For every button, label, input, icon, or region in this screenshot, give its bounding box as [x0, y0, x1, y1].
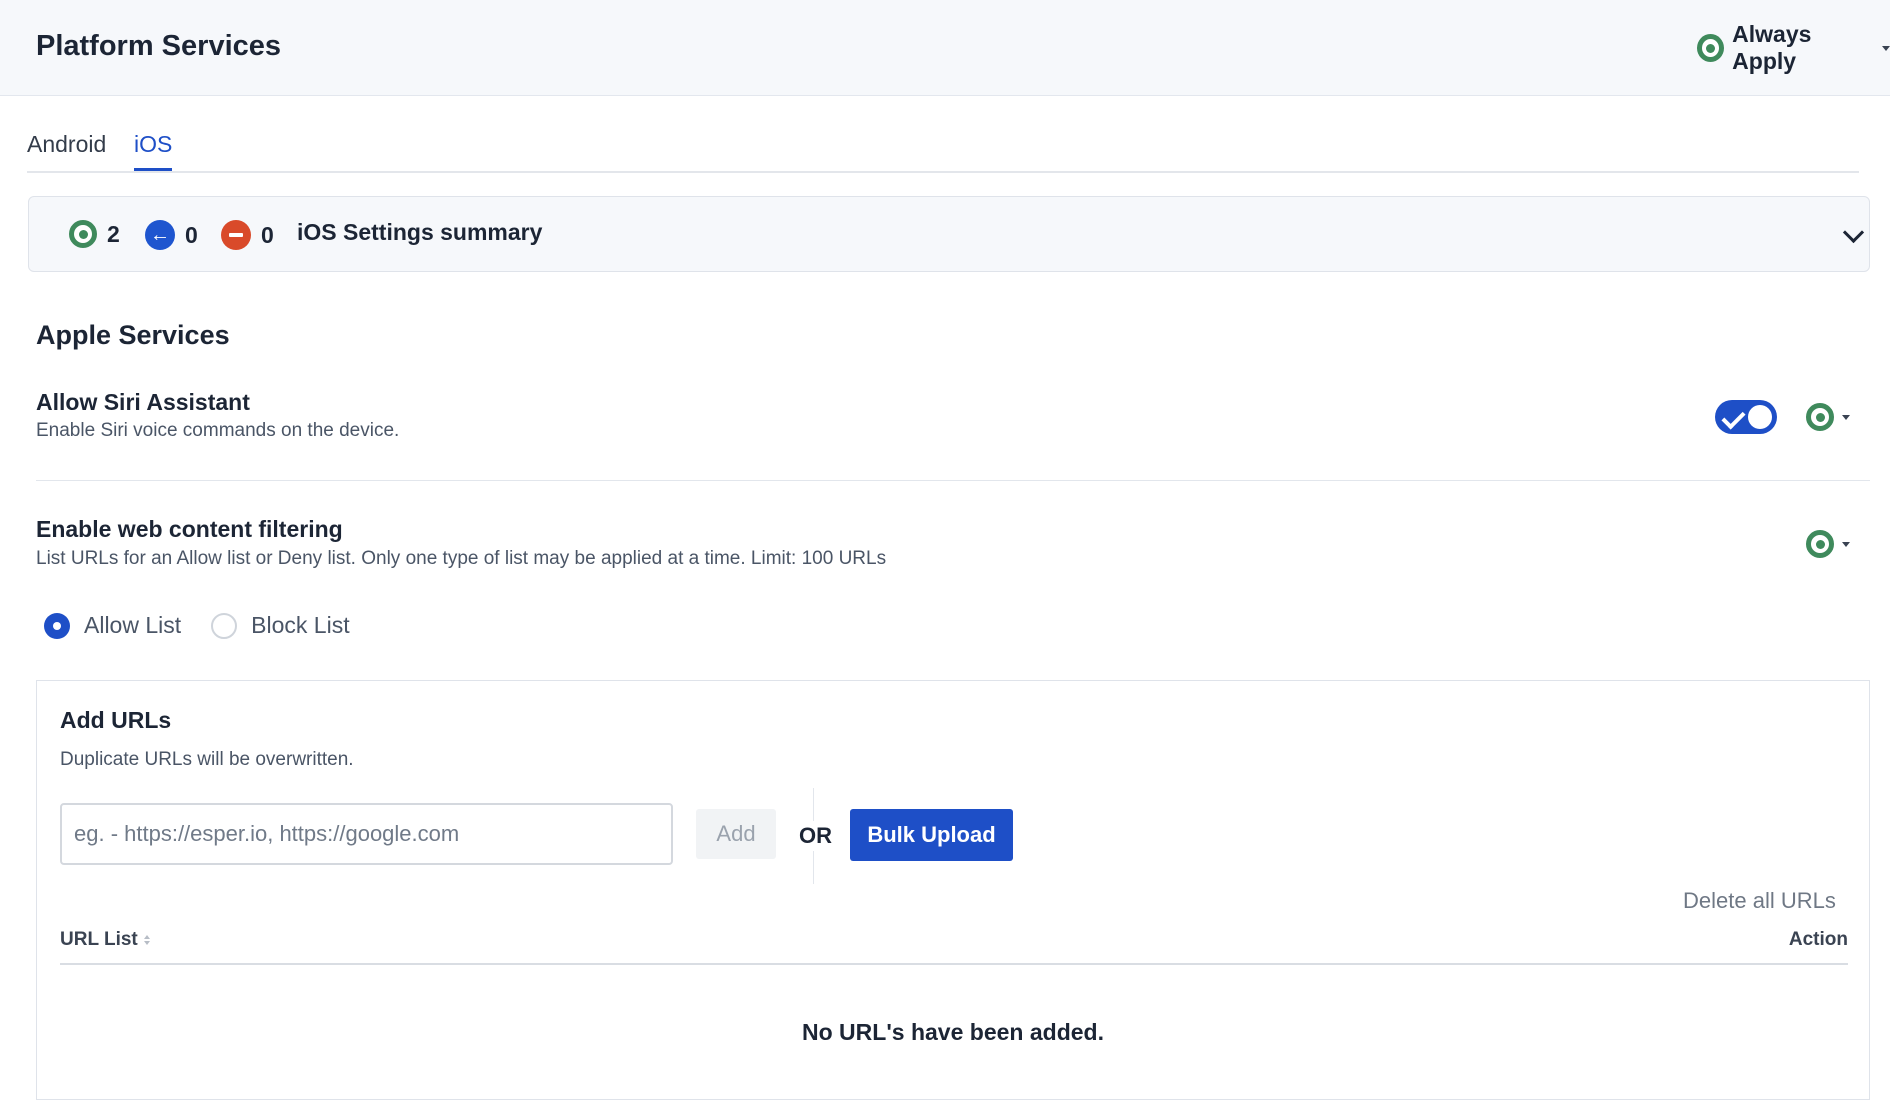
chevron-down-icon[interactable]: [1842, 221, 1865, 244]
bulk-upload-button[interactable]: Bulk Upload: [850, 809, 1013, 861]
siri-apply-dropdown[interactable]: [1806, 403, 1850, 431]
applied-count: 2: [69, 220, 120, 248]
siri-setting-description: Enable Siri voice commands on the device…: [36, 420, 400, 441]
settings-summary-bar[interactable]: 2 ← 0 0 iOS Settings summary: [28, 196, 1870, 272]
url-list-column-header[interactable]: URL List: [60, 929, 150, 951]
add-urls-panel: Add URLs Duplicate URLs will be overwrit…: [36, 680, 1870, 1100]
page-title: Platform Services: [36, 30, 282, 62]
siri-toggle[interactable]: [1715, 400, 1777, 434]
page-header: Platform Services Always Apply: [0, 0, 1890, 96]
add-urls-description: Duplicate URLs will be overwritten.: [60, 749, 354, 770]
web-filter-setting-description: List URLs for an Allow list or Deny list…: [36, 548, 887, 569]
blocked-count: 0: [221, 220, 274, 250]
summary-title: iOS Settings summary: [297, 219, 543, 245]
delete-all-urls-link[interactable]: Delete all URLs: [1683, 888, 1836, 914]
inherited-count-value: 0: [185, 221, 198, 248]
radio-allow-list-label: Allow List: [84, 612, 182, 638]
blocked-count-value: 0: [261, 221, 274, 248]
empty-url-list-message: No URL's have been added.: [802, 1019, 1104, 1045]
web-filter-setting-title: Enable web content filtering: [36, 516, 343, 542]
or-label: OR: [797, 821, 834, 851]
radio-block-list-label: Block List: [251, 612, 350, 638]
siri-setting-title: Allow Siri Assistant: [36, 389, 250, 415]
radio-block-list[interactable]: Block List: [211, 612, 350, 639]
platform-tabs: Android iOS: [27, 125, 1859, 173]
radio-unselected-icon: [211, 612, 238, 639]
toggle-knob: [1748, 405, 1772, 429]
applied-count-value: 2: [107, 220, 120, 247]
url-list-column-label: URL List: [60, 929, 138, 950]
url-table-header: URL List Action: [60, 929, 1848, 965]
always-apply-label: Always Apply: [1732, 21, 1812, 74]
always-apply-dropdown[interactable]: Always Apply: [1697, 21, 1890, 74]
url-input[interactable]: [60, 803, 673, 865]
arrow-left-icon: ←: [145, 220, 175, 250]
sort-icon: [143, 935, 150, 945]
tab-ios[interactable]: iOS: [134, 131, 173, 171]
add-url-button[interactable]: Add: [696, 809, 776, 859]
check-icon: [1721, 405, 1746, 430]
web-filter-apply-dropdown[interactable]: [1806, 530, 1850, 558]
radio-selected-icon: [44, 612, 70, 639]
divider: [36, 480, 1870, 481]
green-ring-icon: [1806, 403, 1834, 431]
section-title: Apple Services: [36, 320, 230, 350]
green-ring-icon: [1697, 34, 1725, 62]
inherited-count: ← 0: [145, 220, 198, 250]
radio-allow-list[interactable]: Allow List: [44, 612, 181, 639]
green-ring-icon: [1806, 530, 1834, 558]
action-column-header: Action: [1788, 929, 1848, 950]
minus-circle-icon: [221, 220, 251, 250]
green-ring-icon: [69, 220, 97, 248]
caret-down-icon: [1842, 414, 1850, 420]
add-urls-title: Add URLs: [60, 707, 172, 733]
tab-android[interactable]: Android: [27, 131, 106, 168]
caret-down-icon: [1842, 541, 1850, 547]
list-type-radio-group: Allow List Block List: [44, 612, 350, 639]
caret-down-icon: [1882, 45, 1890, 51]
